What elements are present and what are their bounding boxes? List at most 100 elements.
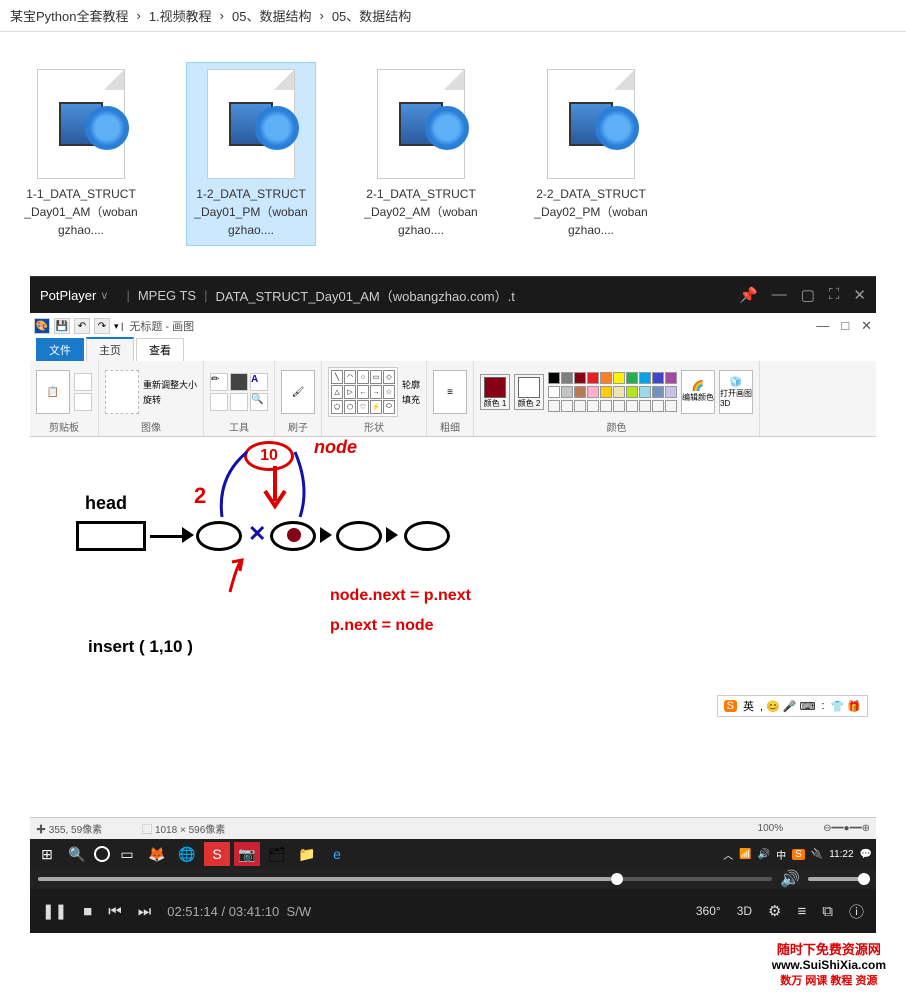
rotate-button[interactable]: 旋转 — [143, 393, 197, 406]
color1-button[interactable]: 颜色 1 — [480, 374, 510, 410]
start-icon[interactable]: ⊞ — [34, 842, 60, 866]
brush-button[interactable]: 🖌 — [281, 370, 315, 414]
next-button[interactable]: ⏭ — [138, 903, 152, 920]
tray-sogou-icon[interactable]: S — [792, 849, 805, 860]
rotate-button[interactable]: 360° — [696, 904, 721, 918]
swatch[interactable] — [548, 386, 560, 398]
tray-volume-icon[interactable]: 🔊 — [758, 849, 770, 860]
tray-notif-icon[interactable]: 💬 — [860, 849, 872, 860]
swatch[interactable] — [600, 372, 612, 384]
taskbar-app-2[interactable]: S — [204, 842, 230, 866]
maximize-icon[interactable]: ▢ — [801, 286, 815, 304]
select-button[interactable] — [105, 370, 139, 414]
paint-close-icon[interactable]: ✕ — [861, 318, 872, 334]
tray-clock[interactable]: 11:22 — [829, 849, 853, 860]
pencil-icon[interactable]: ✏ — [210, 373, 228, 391]
file-item-1[interactable]: 1-2_DATA_STRUCT_Day01_PM（wobangzhao.... — [186, 62, 316, 246]
text-icon[interactable]: A — [250, 373, 268, 391]
search-icon[interactable]: 🔍 — [64, 842, 90, 866]
bc-2[interactable]: 05、数据结构 — [232, 6, 311, 25]
eraser-icon[interactable] — [210, 393, 228, 411]
cortana-icon[interactable] — [94, 846, 110, 862]
fill-button[interactable]: 填充 — [402, 393, 420, 406]
pause-button[interactable]: ❚❚ — [42, 902, 67, 920]
zoom-level[interactable]: 100% — [758, 823, 784, 834]
edit-colors-button[interactable]: 🌈编辑颜色 — [681, 370, 715, 414]
swatch[interactable] — [561, 372, 573, 384]
info-icon[interactable]: ⓘ — [849, 901, 864, 922]
paint-min-icon[interactable]: — — [816, 318, 829, 334]
taskbar-app-1[interactable]: 🦊 — [144, 842, 170, 866]
prev-button[interactable]: ⏮ — [108, 903, 122, 920]
zoom-slider[interactable]: ⊖━━●━━⊕ — [823, 823, 870, 834]
bc-3[interactable]: 05、数据结构 — [332, 6, 411, 25]
swatch[interactable] — [626, 372, 638, 384]
minimize-icon[interactable]: — — [772, 286, 787, 304]
undo-icon[interactable]: ↶ — [74, 318, 90, 334]
swatch[interactable] — [639, 372, 651, 384]
tray-chevron-icon[interactable]: ︿ — [723, 847, 733, 862]
resize-button[interactable]: 重新调整大小 — [143, 378, 197, 391]
bc-0[interactable]: 某宝Python全套教程 — [10, 6, 128, 25]
swatch[interactable] — [574, 386, 586, 398]
volume-icon[interactable]: 🔊 — [780, 869, 800, 889]
tray-wifi-icon[interactable]: 📶 — [739, 849, 751, 860]
capture-icon[interactable]: ⧉ — [822, 903, 833, 920]
stop-button[interactable]: ■ — [83, 903, 92, 920]
pin-icon[interactable]: 📌 — [739, 286, 758, 304]
bc-1[interactable]: 1.视频教程 — [149, 6, 212, 25]
paint-max-icon[interactable]: □ — [841, 318, 849, 334]
swatch[interactable] — [613, 372, 625, 384]
swatch[interactable] — [665, 386, 677, 398]
swatch[interactable] — [613, 386, 625, 398]
taskbar-edge[interactable]: e — [324, 842, 350, 866]
close-icon[interactable]: ✕ — [853, 286, 866, 304]
swatch[interactable] — [652, 386, 664, 398]
redo-icon[interactable]: ↷ — [94, 318, 110, 334]
swatch[interactable] — [587, 372, 599, 384]
tab-home[interactable]: 主页 — [86, 337, 134, 361]
picker-icon[interactable] — [230, 393, 248, 411]
paste-button[interactable]: 📋 — [36, 370, 70, 414]
taskbar-explorer[interactable]: 📁 — [294, 842, 320, 866]
chevron-down-icon[interactable]: ∨ — [100, 289, 108, 302]
swatch[interactable] — [587, 386, 599, 398]
decode-mode[interactable]: S/W — [287, 904, 312, 919]
paint-canvas[interactable]: head ✕ 10 node 2 node.next = p.next p.ne… — [30, 437, 876, 817]
playlist-icon[interactable]: ≡ — [798, 903, 807, 920]
qat-customize-icon[interactable]: ▾ | — [114, 321, 123, 332]
swatch[interactable] — [639, 386, 651, 398]
swatch[interactable] — [574, 372, 586, 384]
paint-titlebar[interactable]: 🎨 💾 ↶ ↷ ▾ | 无标题 - 画图 — □ ✕ — [30, 313, 876, 339]
swatch[interactable] — [561, 386, 573, 398]
save-icon[interactable]: 💾 — [54, 318, 70, 334]
swatch[interactable] — [548, 372, 560, 384]
breadcrumb[interactable]: 某宝Python全套教程› 1.视频教程› 05、数据结构› 05、数据结构 — [0, 0, 906, 32]
file-item-2[interactable]: 2-1_DATA_STRUCT_Day02_AM（wobangzhao.... — [356, 62, 486, 246]
tab-file[interactable]: 文件 — [36, 338, 84, 361]
settings-icon[interactable]: ⚙ — [768, 902, 781, 920]
taskbar-app-4[interactable]: 🗂 — [264, 842, 290, 866]
tab-view[interactable]: 查看 — [136, 338, 184, 361]
copy-icon[interactable] — [74, 393, 92, 411]
swatch[interactable] — [626, 386, 638, 398]
swatch[interactable] — [600, 386, 612, 398]
outline-button[interactable]: 轮廓 — [402, 378, 420, 391]
color-palette[interactable] — [548, 372, 677, 412]
file-item-0[interactable]: 1-1_DATA_STRUCT_Day01_AM（wobangzhao.... — [16, 62, 146, 246]
shapes-gallery[interactable]: ╲◠○▭◇ △▷←→☆ ⬠⬡♡⚡⬭ — [328, 367, 398, 417]
swatch[interactable] — [665, 372, 677, 384]
fill-icon[interactable] — [230, 373, 248, 391]
cut-icon[interactable] — [74, 373, 92, 391]
swatch[interactable] — [652, 372, 664, 384]
tray-power-icon[interactable]: 🔌 — [811, 849, 823, 860]
taskbar-chrome[interactable]: 🌐 — [174, 842, 200, 866]
tray-lang[interactable]: 中 — [776, 847, 786, 862]
taskview-icon[interactable]: ▭ — [114, 842, 140, 866]
player-titlebar[interactable]: PotPlayer ∨ | MPEG TS | DATA_STRUCT_Day0… — [30, 277, 876, 313]
ime-bar[interactable]: S 英, 😊 🎤 ⌨ : 👕 🎁 — [717, 695, 868, 717]
seek-bar[interactable] — [38, 877, 772, 881]
fullscreen-icon[interactable]: ⛶ — [829, 286, 840, 304]
open-3d-button[interactable]: 🧊打开画图 3D — [719, 370, 753, 414]
color2-button[interactable]: 颜色 2 — [514, 374, 544, 410]
